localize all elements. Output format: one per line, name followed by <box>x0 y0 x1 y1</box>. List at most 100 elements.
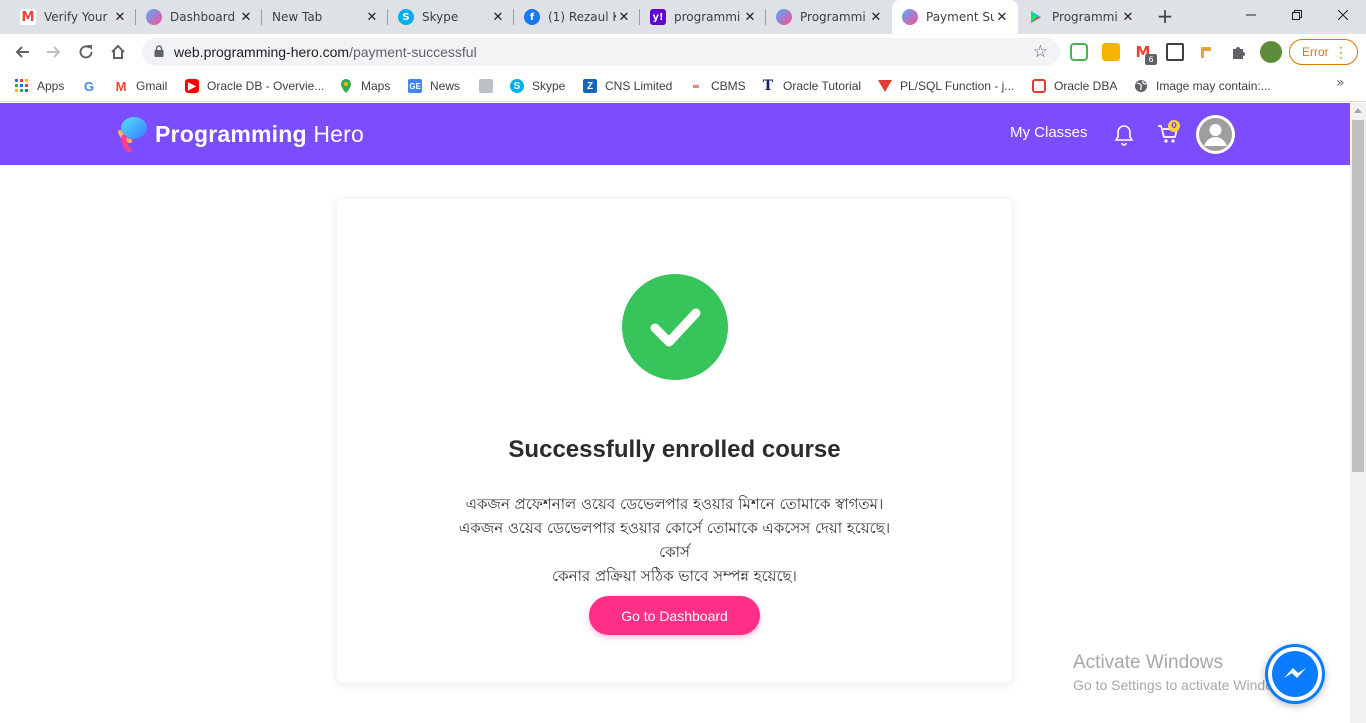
bookmark-label: PL/SQL Function - j... <box>900 79 1015 93</box>
address-bar[interactable]: web.programming-hero.com/payment-success… <box>142 38 1060 66</box>
close-icon[interactable]: ✕ <box>1120 9 1136 25</box>
scroll-up-arrow-icon[interactable] <box>1354 108 1362 113</box>
enrollment-success-card: Successfully enrolled course একজন প্রফেশ… <box>337 199 1012 683</box>
user-icon <box>1197 116 1234 153</box>
url-text: web.programming-hero.com/payment-success… <box>174 44 477 60</box>
tab-programming-hero[interactable]: Programmi ✕ <box>766 0 892 34</box>
activate-windows-watermark: Activate Windows Go to Settings to activ… <box>1073 652 1294 693</box>
javatpoint-icon <box>878 79 892 93</box>
bookmark-gmail[interactable]: M Gmail <box>114 76 168 96</box>
oracle-icon <box>1032 79 1046 93</box>
cart-count-badge: 0 <box>1168 120 1180 132</box>
page-content: Programming Hero My Classes 0 Successful… <box>0 103 1350 723</box>
bell-icon[interactable] <box>1114 124 1134 146</box>
tab-verify-your-email[interactable]: M Verify Your E ✕ <box>10 0 136 34</box>
bookmark-star-icon[interactable]: ☆ <box>1033 42 1048 62</box>
bookmark-label: Apps <box>37 79 65 93</box>
description-line: একজন ওয়েব ডেভেলপার হওয়ার কোর্সে তোমাকে… <box>458 519 891 561</box>
close-window-button[interactable] <box>1320 0 1366 30</box>
tab-title: Programmi <box>1052 10 1118 24</box>
close-icon[interactable]: ✕ <box>994 9 1010 25</box>
minimize-button[interactable] <box>1228 0 1274 30</box>
bookmark-google[interactable]: G <box>82 76 104 96</box>
forward-button[interactable] <box>40 38 68 66</box>
bookmark-maps[interactable]: Maps <box>339 76 390 96</box>
cbms-icon: ∞ <box>692 81 700 91</box>
gmail-icon: M <box>115 78 127 94</box>
bookmark-apps[interactable]: Apps <box>15 76 64 96</box>
tab-dashboard[interactable]: Dashboard ✕ <box>136 0 262 34</box>
bookmark-cns-limited[interactable]: Z CNS Limited <box>583 76 672 96</box>
tab-facebook[interactable]: f (1) Rezaul K ✕ <box>514 0 640 34</box>
close-icon[interactable]: ✕ <box>364 9 380 25</box>
my-classes-link[interactable]: My Classes <box>1010 124 1088 141</box>
bookmark-plsql-function[interactable]: PL/SQL Function - j... <box>878 76 1014 96</box>
messenger-chat-button[interactable] <box>1265 644 1325 704</box>
reload-button[interactable] <box>72 38 100 66</box>
bookmark-oracle-dba[interactable]: Oracle DBA <box>1032 76 1117 96</box>
tab-google-play[interactable]: Programmi ✕ <box>1018 0 1144 34</box>
cns-icon: Z <box>583 79 597 93</box>
lock-icon <box>154 45 164 57</box>
user-avatar[interactable] <box>1196 115 1235 154</box>
error-button[interactable]: Error ⋮ <box>1289 39 1358 65</box>
home-icon <box>111 44 125 59</box>
close-icon[interactable]: ✕ <box>616 9 632 25</box>
tab-yahoo[interactable]: y! programmi ✕ <box>640 0 766 34</box>
bookmark-skype[interactable]: S Skype <box>510 76 565 96</box>
back-button[interactable] <box>8 38 36 66</box>
bookmark-label: Skype <box>532 79 566 93</box>
close-icon[interactable]: ✕ <box>112 9 128 25</box>
bookmark-oracle-db[interactable]: ▶ Oracle DB - Overvie... <box>185 76 324 96</box>
reload-icon <box>79 45 93 59</box>
brand-logo-link[interactable]: Programming Hero <box>114 115 364 153</box>
close-icon[interactable]: ✕ <box>742 9 758 25</box>
description-line: একজন প্রফেশনাল ওয়েব ডেভেলপার হওয়ার মিশ… <box>465 495 884 513</box>
tab-title: Payment Su <box>926 10 994 24</box>
tab-skype[interactable]: S Skype ✕ <box>388 0 514 34</box>
tab-new-tab[interactable]: New Tab ✕ <box>262 0 388 34</box>
tab-payment-successful[interactable]: Payment Su ✕ <box>892 0 1018 34</box>
tab-title: New Tab <box>272 10 323 24</box>
home-button[interactable] <box>104 38 132 66</box>
bookmark-cbms[interactable]: ∞ CBMS <box>689 76 746 96</box>
rocket-logo-icon <box>118 117 147 153</box>
kebab-menu-icon: ⋮ <box>1334 44 1348 60</box>
error-label: Error <box>1302 45 1329 59</box>
extension-icon[interactable] <box>1198 43 1216 61</box>
site-header: Programming Hero My Classes 0 <box>0 103 1350 165</box>
close-icon[interactable]: ✕ <box>490 9 506 25</box>
watermark-title: Activate Windows <box>1073 652 1223 673</box>
url-host: web.programming-hero.com <box>174 44 350 60</box>
close-icon[interactable]: ✕ <box>868 9 884 25</box>
yahoo-icon: y! <box>650 9 666 25</box>
extension-icon[interactable] <box>1102 43 1120 61</box>
page-scrollbar[interactable] <box>1350 103 1366 723</box>
oracle-tutorial-icon: T <box>762 78 774 94</box>
brand-name-light: Hero <box>313 120 364 147</box>
bookmarks-overflow-icon[interactable]: » <box>1336 75 1345 91</box>
close-icon[interactable]: ✕ <box>238 9 254 25</box>
globe-icon <box>1134 79 1148 93</box>
bookmark-untitled[interactable] <box>479 76 501 96</box>
bookmark-oracle-tutorial[interactable]: T Oracle Tutorial <box>761 76 861 96</box>
scrollbar-thumb[interactable] <box>1352 120 1364 472</box>
facebook-icon: f <box>524 9 540 25</box>
extension-icon[interactable] <box>1070 43 1088 61</box>
puzzle-icon[interactable] <box>1230 43 1248 61</box>
success-description: একজন প্রফেশনাল ওয়েব ডেভেলপার হওয়ার মিশ… <box>447 492 902 588</box>
messenger-icon <box>1268 647 1322 701</box>
gmail-badge: 6 <box>1145 54 1157 65</box>
watermark-subtitle: Go to Settings to activate Windows. <box>1073 677 1294 693</box>
news-icon: GE <box>408 79 422 93</box>
go-to-dashboard-button[interactable]: Go to Dashboard <box>589 596 760 635</box>
screenshot-extension-icon[interactable] <box>1166 43 1184 61</box>
bookmark-news[interactable]: GE News <box>408 76 460 96</box>
profile-avatar[interactable] <box>1260 41 1282 63</box>
bookmark-image-may-contain[interactable]: Image may contain:... <box>1134 76 1271 96</box>
new-tab-button[interactable]: + <box>1153 5 1177 29</box>
success-title: Successfully enrolled course <box>508 436 841 463</box>
bookmark-label: Maps <box>361 79 391 93</box>
restore-button[interactable] <box>1274 0 1320 30</box>
bookmark-label: Oracle Tutorial <box>783 79 862 93</box>
